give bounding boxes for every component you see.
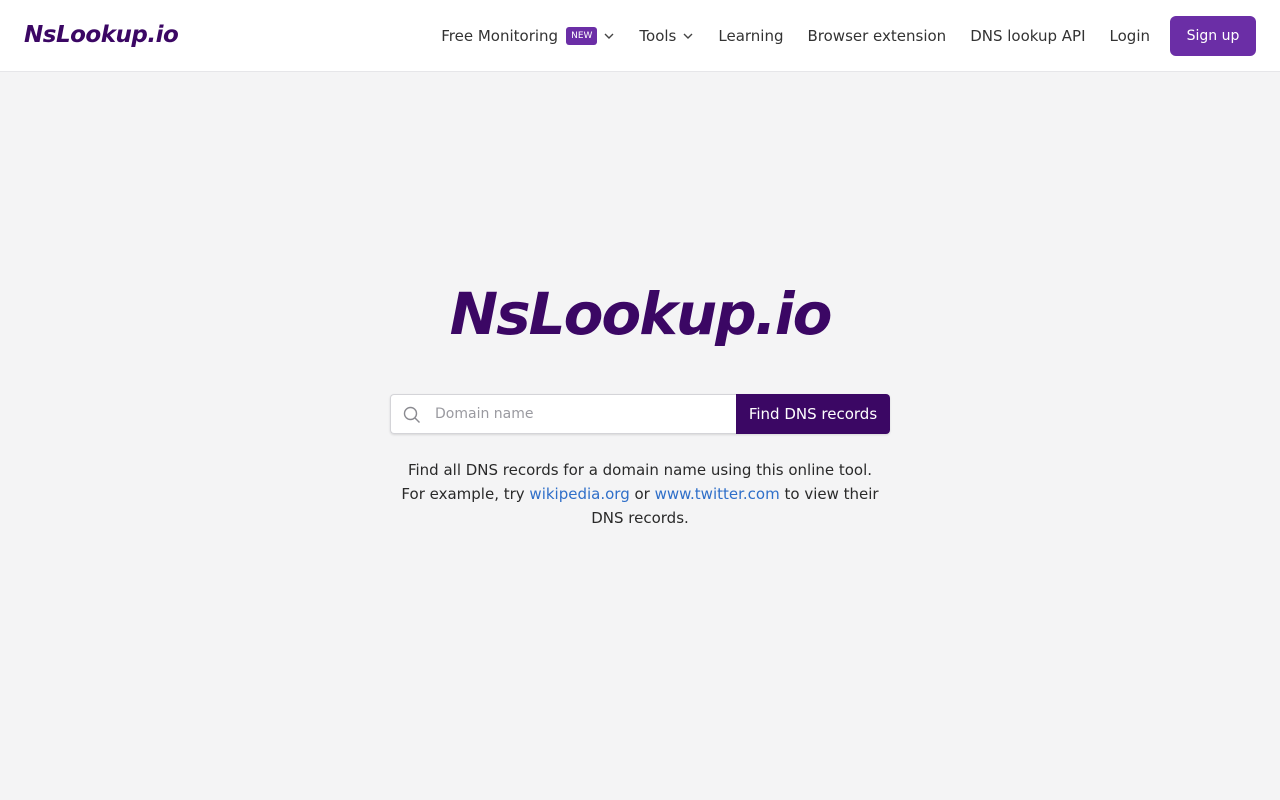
chevron-down-icon <box>683 33 693 39</box>
site-header: NsLookup.io Free Monitoring NEW Tools Le… <box>0 0 1280 72</box>
example-link-wikipedia[interactable]: wikipedia.org <box>529 485 629 503</box>
hero-title: NsLookup.io <box>449 280 833 348</box>
search-form: Find DNS records <box>390 394 890 434</box>
chevron-down-icon <box>604 33 614 39</box>
nav-free-monitoring[interactable]: Free Monitoring NEW <box>441 27 615 45</box>
find-dns-records-button[interactable]: Find DNS records <box>736 394 890 434</box>
hero-description: Find all DNS records for a domain name u… <box>400 458 880 530</box>
nav-tools[interactable]: Tools <box>639 27 694 45</box>
new-badge: NEW <box>566 27 598 45</box>
domain-search-input[interactable] <box>427 395 727 433</box>
nav-free-monitoring-label: Free Monitoring <box>441 27 559 45</box>
nav-tools-label: Tools <box>639 27 677 45</box>
nav-dns-api[interactable]: DNS lookup API <box>970 27 1085 45</box>
site-logo[interactable]: NsLookup.io <box>24 18 179 52</box>
nav-browser-extension[interactable]: Browser extension <box>808 27 947 45</box>
main-nav: Free Monitoring NEW Tools Learning Brows… <box>441 16 1256 56</box>
search-icon <box>403 406 420 423</box>
example-link-twitter[interactable]: www.twitter.com <box>655 485 780 503</box>
desc-text-2: or <box>629 485 655 503</box>
signup-button[interactable]: Sign up <box>1170 16 1256 56</box>
search-box <box>390 394 736 434</box>
nav-learning[interactable]: Learning <box>718 27 783 45</box>
nav-login[interactable]: Login <box>1110 27 1150 45</box>
